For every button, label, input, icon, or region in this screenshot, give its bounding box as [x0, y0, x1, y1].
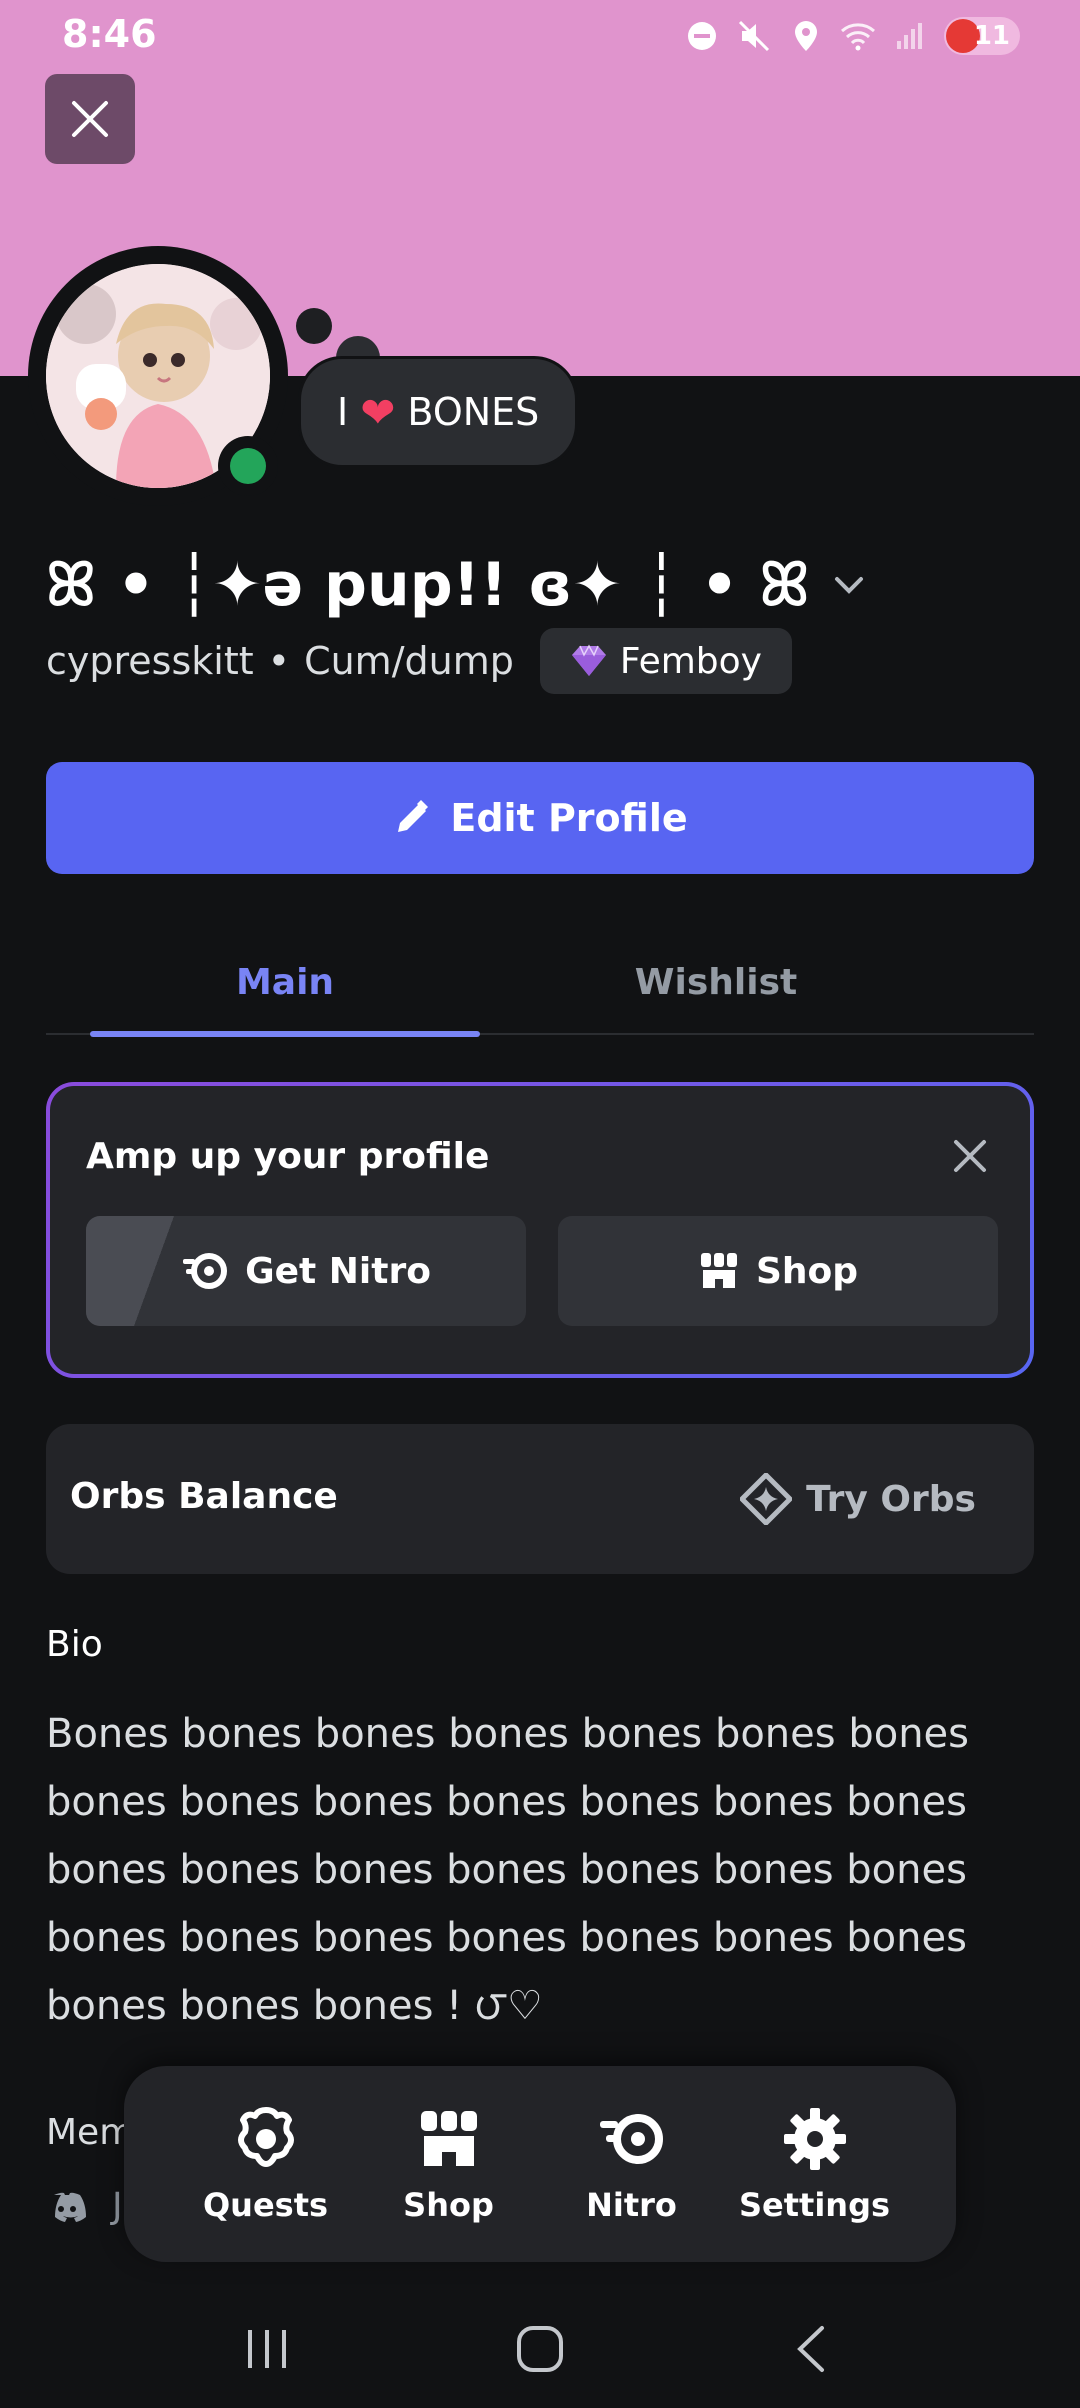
- status-bubble-text: BONES: [407, 390, 540, 434]
- orbs-balance-title: Orbs Balance: [70, 1476, 338, 1517]
- try-orbs-button[interactable]: Try Orbs: [740, 1464, 976, 1534]
- home-icon[interactable]: [500, 2309, 580, 2389]
- do-not-disturb-icon: [684, 18, 720, 54]
- bio-label: Bio: [46, 1624, 103, 1665]
- shop-icon: [414, 2104, 484, 2174]
- nav-nitro[interactable]: Nitro: [557, 2104, 707, 2224]
- signal-icon: [892, 18, 928, 54]
- nav-settings-label: Settings: [738, 2186, 891, 2224]
- nav-nitro-label: Nitro: [586, 2186, 677, 2224]
- amp-card-title: Amp up your profile: [86, 1136, 490, 1177]
- profile-tabs: Main Wishlist: [46, 930, 1034, 1037]
- chevron-down-icon: [835, 577, 864, 594]
- username-row: cypresskitt • Cum/dump Femboy: [46, 628, 792, 694]
- discord-icon: [54, 2192, 86, 2222]
- location-icon: [788, 18, 824, 54]
- close-icon: [72, 101, 108, 137]
- status-bubble[interactable]: I ❤ BONES: [298, 356, 579, 468]
- clan-tag[interactable]: Femboy: [539, 628, 792, 694]
- shop-button[interactable]: Shop: [558, 1216, 998, 1326]
- edit-profile-button[interactable]: Edit Profile: [46, 762, 1034, 874]
- close-icon[interactable]: [948, 1134, 992, 1178]
- separator: •: [267, 639, 291, 683]
- member-since-label: Mem: [46, 2112, 135, 2153]
- edit-profile-label: Edit Profile: [450, 796, 688, 840]
- close-button[interactable]: [45, 74, 135, 164]
- status-bar: 8:46 11: [0, 0, 1080, 70]
- status-time: 8:46: [62, 12, 157, 56]
- amp-profile-card: Amp up your profile Get Nitro Shop: [46, 1082, 1034, 1378]
- get-nitro-label: Get Nitro: [245, 1250, 431, 1292]
- clan-tag-label: Femboy: [619, 640, 762, 682]
- nitro-icon: [183, 1253, 228, 1289]
- get-nitro-button[interactable]: Get Nitro: [86, 1216, 526, 1326]
- nav-settings[interactable]: Settings: [738, 2104, 891, 2224]
- try-orbs-label: Try Orbs: [806, 1478, 976, 1520]
- bubble-tail-small: [296, 308, 332, 344]
- display-name: ꕤ • ┆✦ə pup!! ɞ✦ ┆ • ꕤ: [46, 550, 810, 620]
- pencil-icon: [398, 800, 429, 832]
- member-since-value: J: [112, 2186, 123, 2227]
- shop-icon: [700, 1253, 737, 1288]
- status-icons: 11: [684, 16, 1020, 56]
- tab-main[interactable]: Main: [90, 930, 480, 1037]
- quests-icon: [231, 2104, 301, 2174]
- system-navigation-bar: [0, 2290, 1080, 2408]
- heart-emoji: ❤: [360, 387, 396, 437]
- battery-level: 11: [973, 21, 1010, 51]
- gem-icon: [571, 644, 606, 676]
- bottom-navigation: Quests Shop Nitro Settings: [124, 2066, 956, 2262]
- display-name-row[interactable]: ꕤ • ┆✦ə pup!! ɞ✦ ┆ • ꕤ: [46, 540, 1046, 630]
- battery-indicator: 11: [944, 17, 1020, 55]
- mute-icon: [736, 18, 772, 54]
- online-status-indicator: [218, 436, 278, 496]
- nav-quests-label: Quests: [202, 2186, 329, 2224]
- status-bubble-prefix: I: [337, 390, 349, 434]
- pronouns: Cum/dump: [304, 639, 514, 683]
- wifi-icon: [840, 18, 876, 54]
- member-since-row: J: [46, 2186, 123, 2227]
- bio-text: Bones bones bones bones bones bones bone…: [46, 1711, 969, 2029]
- nitro-icon: [597, 2104, 667, 2174]
- settings-icon: [780, 2104, 850, 2174]
- shop-label: Shop: [755, 1250, 859, 1292]
- username: cypresskitt: [46, 639, 254, 683]
- orb-icon: [740, 1473, 793, 1525]
- nav-shop[interactable]: Shop: [374, 2104, 524, 2224]
- recents-icon[interactable]: [227, 2309, 307, 2389]
- tab-wishlist[interactable]: Wishlist: [566, 930, 866, 1035]
- back-icon[interactable]: [773, 2309, 853, 2389]
- orbs-balance-card: Orbs Balance Try Orbs: [46, 1424, 1034, 1574]
- nav-quests[interactable]: Quests: [191, 2104, 341, 2224]
- nav-shop-label: Shop: [403, 2186, 494, 2224]
